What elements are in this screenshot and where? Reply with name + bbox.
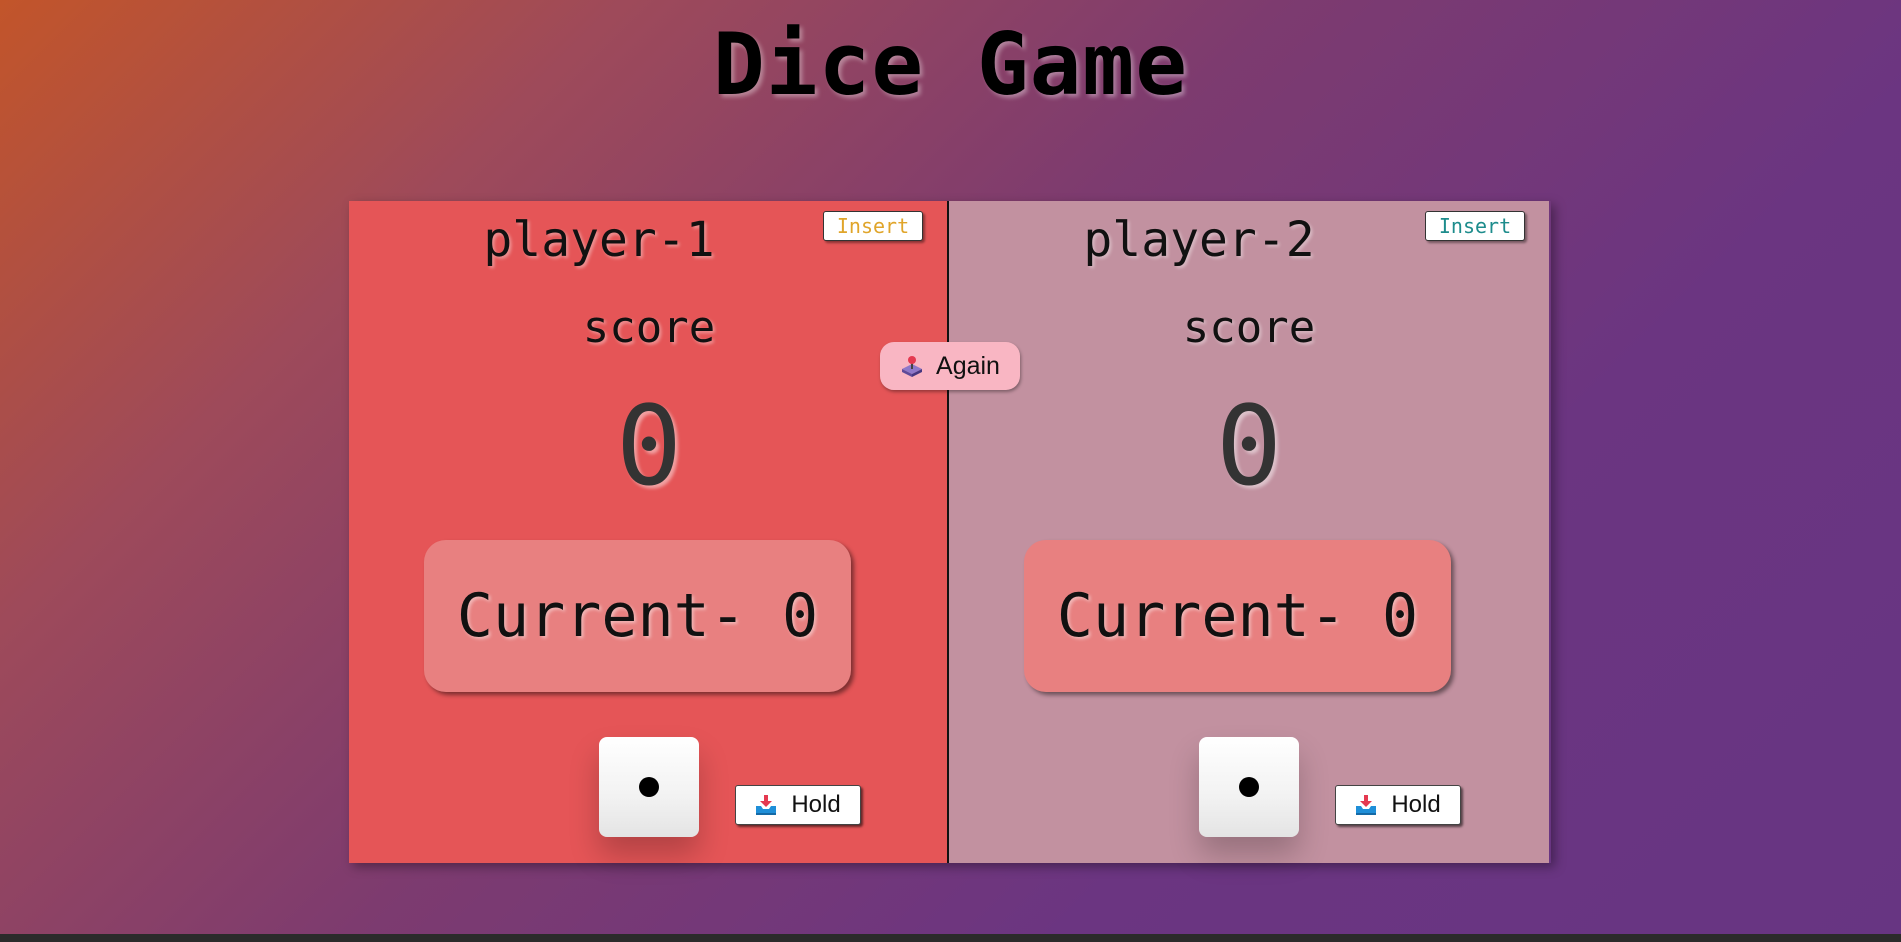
player-1-current-box: Current- 0: [424, 540, 851, 692]
player-1-current-score: Current- 0: [456, 581, 819, 651]
player-1-dice[interactable]: [599, 737, 699, 837]
player-1-score-label: score: [582, 302, 716, 353]
player-2-current-score: Current- 0: [1056, 581, 1419, 651]
player-2-name: player-2: [1083, 212, 1315, 268]
player-2-hold-button[interactable]: Hold: [1335, 785, 1461, 825]
inbox-tray-icon: [1355, 794, 1377, 816]
player-2-dice[interactable]: [1199, 737, 1299, 837]
again-button[interactable]: Again: [880, 342, 1020, 390]
player-2-score-value: 0: [1215, 382, 1283, 510]
page-title: Dice Game: [713, 15, 1188, 115]
inbox-tray-icon: [755, 794, 777, 816]
dice-pip: [1239, 777, 1259, 797]
again-label: Again: [936, 351, 1000, 380]
player-1-score-value: 0: [615, 382, 683, 510]
taskbar-strip: [0, 934, 1901, 942]
player-1-hold-button[interactable]: Hold: [735, 785, 861, 825]
player-2-score-label: score: [1182, 302, 1316, 353]
player-1-hold-label: Hold: [791, 791, 841, 818]
player-2-current-box: Current- 0: [1024, 540, 1451, 692]
joystick-icon: [900, 354, 924, 378]
player-2-panel: player-2 Insert score 0 Current- 0 Hold: [949, 201, 1549, 863]
player-1-panel: player-1 Insert score 0 Current- 0 Hold: [349, 201, 949, 863]
player-1-name: player-1: [483, 212, 715, 268]
game-board: player-1 Insert score 0 Current- 0 Hold …: [349, 201, 1551, 863]
player-1-insert-button[interactable]: Insert: [823, 211, 923, 241]
player-2-insert-button[interactable]: Insert: [1425, 211, 1525, 241]
dice-pip: [639, 777, 659, 797]
player-2-hold-label: Hold: [1391, 791, 1441, 818]
